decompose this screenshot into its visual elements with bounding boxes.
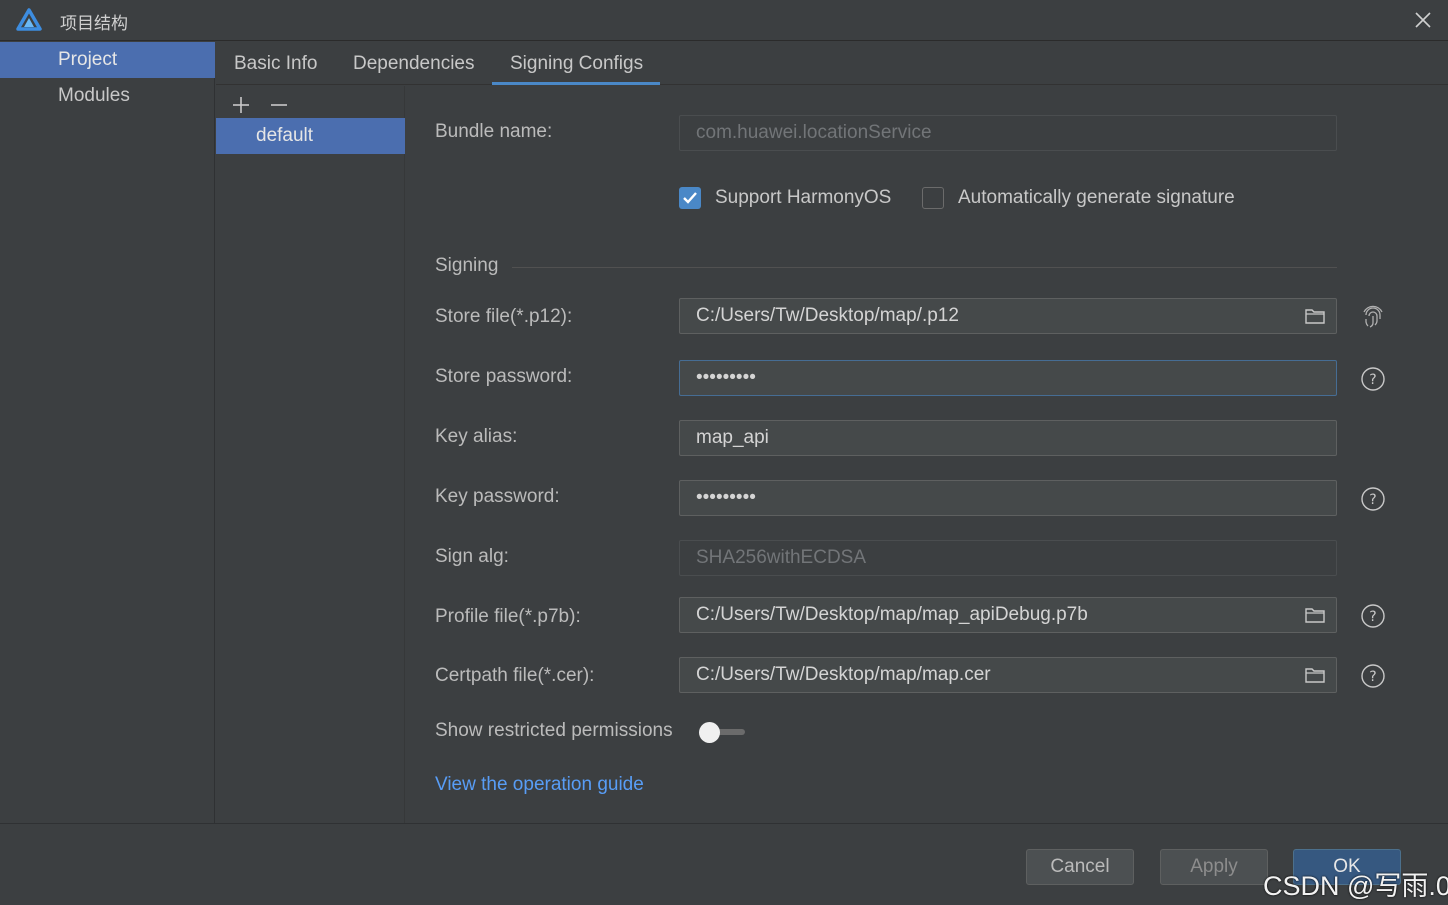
config-list-pane: default: [216, 86, 405, 823]
auto-generate-signature-checkbox[interactable]: Automatically generate signature: [922, 184, 1235, 212]
checkbox-checked-icon: [679, 187, 701, 209]
profile-file-field[interactable]: C:/Users/Tw/Desktop/map/map_apiDebug.p7b: [679, 597, 1337, 633]
svg-text:?: ?: [1369, 609, 1376, 625]
svg-text:?: ?: [1369, 492, 1376, 508]
tab-signing-configs[interactable]: Signing Configs: [491, 42, 661, 85]
toggle-knob: [699, 722, 720, 743]
support-harmonyos-checkbox[interactable]: Support HarmonyOS: [679, 184, 891, 212]
sign-alg-label: Sign alg:: [435, 546, 509, 567]
profile-file-value: C:/Users/Tw/Desktop/map/map_apiDebug.p7b: [696, 604, 1088, 625]
folder-icon[interactable]: [1304, 307, 1326, 325]
auto-generate-signature-label: Automatically generate signature: [958, 187, 1235, 208]
help-icon[interactable]: ?: [1360, 603, 1386, 629]
certpath-file-value: C:/Users/Tw/Desktop/map/map.cer: [696, 664, 991, 685]
store-password-field[interactable]: •••••••••: [679, 360, 1337, 396]
operation-guide-link[interactable]: View the operation guide: [435, 774, 644, 796]
cancel-button[interactable]: Cancel: [1026, 849, 1134, 885]
left-nav: Project Modules: [0, 42, 215, 823]
minus-icon[interactable]: [268, 94, 290, 116]
key-alias-field[interactable]: map_api: [679, 420, 1337, 456]
svg-text:?: ?: [1369, 372, 1376, 388]
close-icon[interactable]: [1411, 8, 1435, 32]
tab-bar: Basic Info Dependencies Signing Configs: [216, 42, 1448, 85]
sign-alg-field: SHA256withECDSA: [679, 540, 1337, 576]
svg-text:?: ?: [1369, 669, 1376, 685]
help-icon[interactable]: ?: [1360, 366, 1386, 392]
show-restricted-label: Show restricted permissions: [435, 720, 673, 741]
help-icon[interactable]: ?: [1360, 486, 1386, 512]
show-restricted-toggle[interactable]: [699, 722, 751, 743]
watermark: CSDN @写雨.0: [1263, 871, 1448, 901]
dialog-footer: Cancel Apply OK CSDN @写雨.0: [0, 823, 1448, 905]
bundle-name-label: Bundle name:: [435, 121, 553, 142]
section-divider: [512, 267, 1337, 268]
plus-icon[interactable]: [230, 94, 252, 116]
profile-file-label: Profile file(*.p7b):: [435, 606, 581, 627]
certpath-file-label: Certpath file(*.cer):: [435, 665, 595, 686]
apply-button[interactable]: Apply: [1160, 849, 1268, 885]
checkbox-unchecked-icon: [922, 187, 944, 209]
key-password-field[interactable]: •••••••••: [679, 480, 1337, 516]
store-file-value: C:/Users/Tw/Desktop/map/.p12: [696, 305, 959, 326]
harmony-logo-icon: [16, 8, 42, 31]
title-bar: 项目结构: [0, 0, 1448, 41]
signing-section-title: Signing: [435, 255, 499, 276]
key-password-label: Key password:: [435, 486, 560, 507]
tab-dependencies[interactable]: Dependencies: [353, 42, 474, 85]
key-alias-label: Key alias:: [435, 426, 518, 447]
store-password-label: Store password:: [435, 366, 573, 387]
store-file-label: Store file(*.p12):: [435, 306, 573, 327]
help-icon[interactable]: ?: [1360, 663, 1386, 689]
store-file-field[interactable]: C:/Users/Tw/Desktop/map/.p12: [679, 298, 1337, 334]
support-harmonyos-label: Support HarmonyOS: [715, 187, 892, 208]
folder-icon[interactable]: [1304, 606, 1326, 624]
tab-basic-info[interactable]: Basic Info: [234, 42, 317, 85]
bundle-name-field: com.huawei.locationService: [679, 115, 1337, 151]
certpath-file-field[interactable]: C:/Users/Tw/Desktop/map/map.cer: [679, 657, 1337, 693]
window-title: 项目结构: [60, 14, 128, 33]
signing-form: Bundle name: com.huawei.locationService …: [406, 86, 1448, 823]
fingerprint-icon[interactable]: [1360, 305, 1386, 331]
folder-icon[interactable]: [1304, 666, 1326, 684]
nav-item-project[interactable]: Project: [0, 42, 215, 78]
config-item-default[interactable]: default: [216, 118, 405, 154]
nav-item-modules[interactable]: Modules: [0, 78, 215, 114]
